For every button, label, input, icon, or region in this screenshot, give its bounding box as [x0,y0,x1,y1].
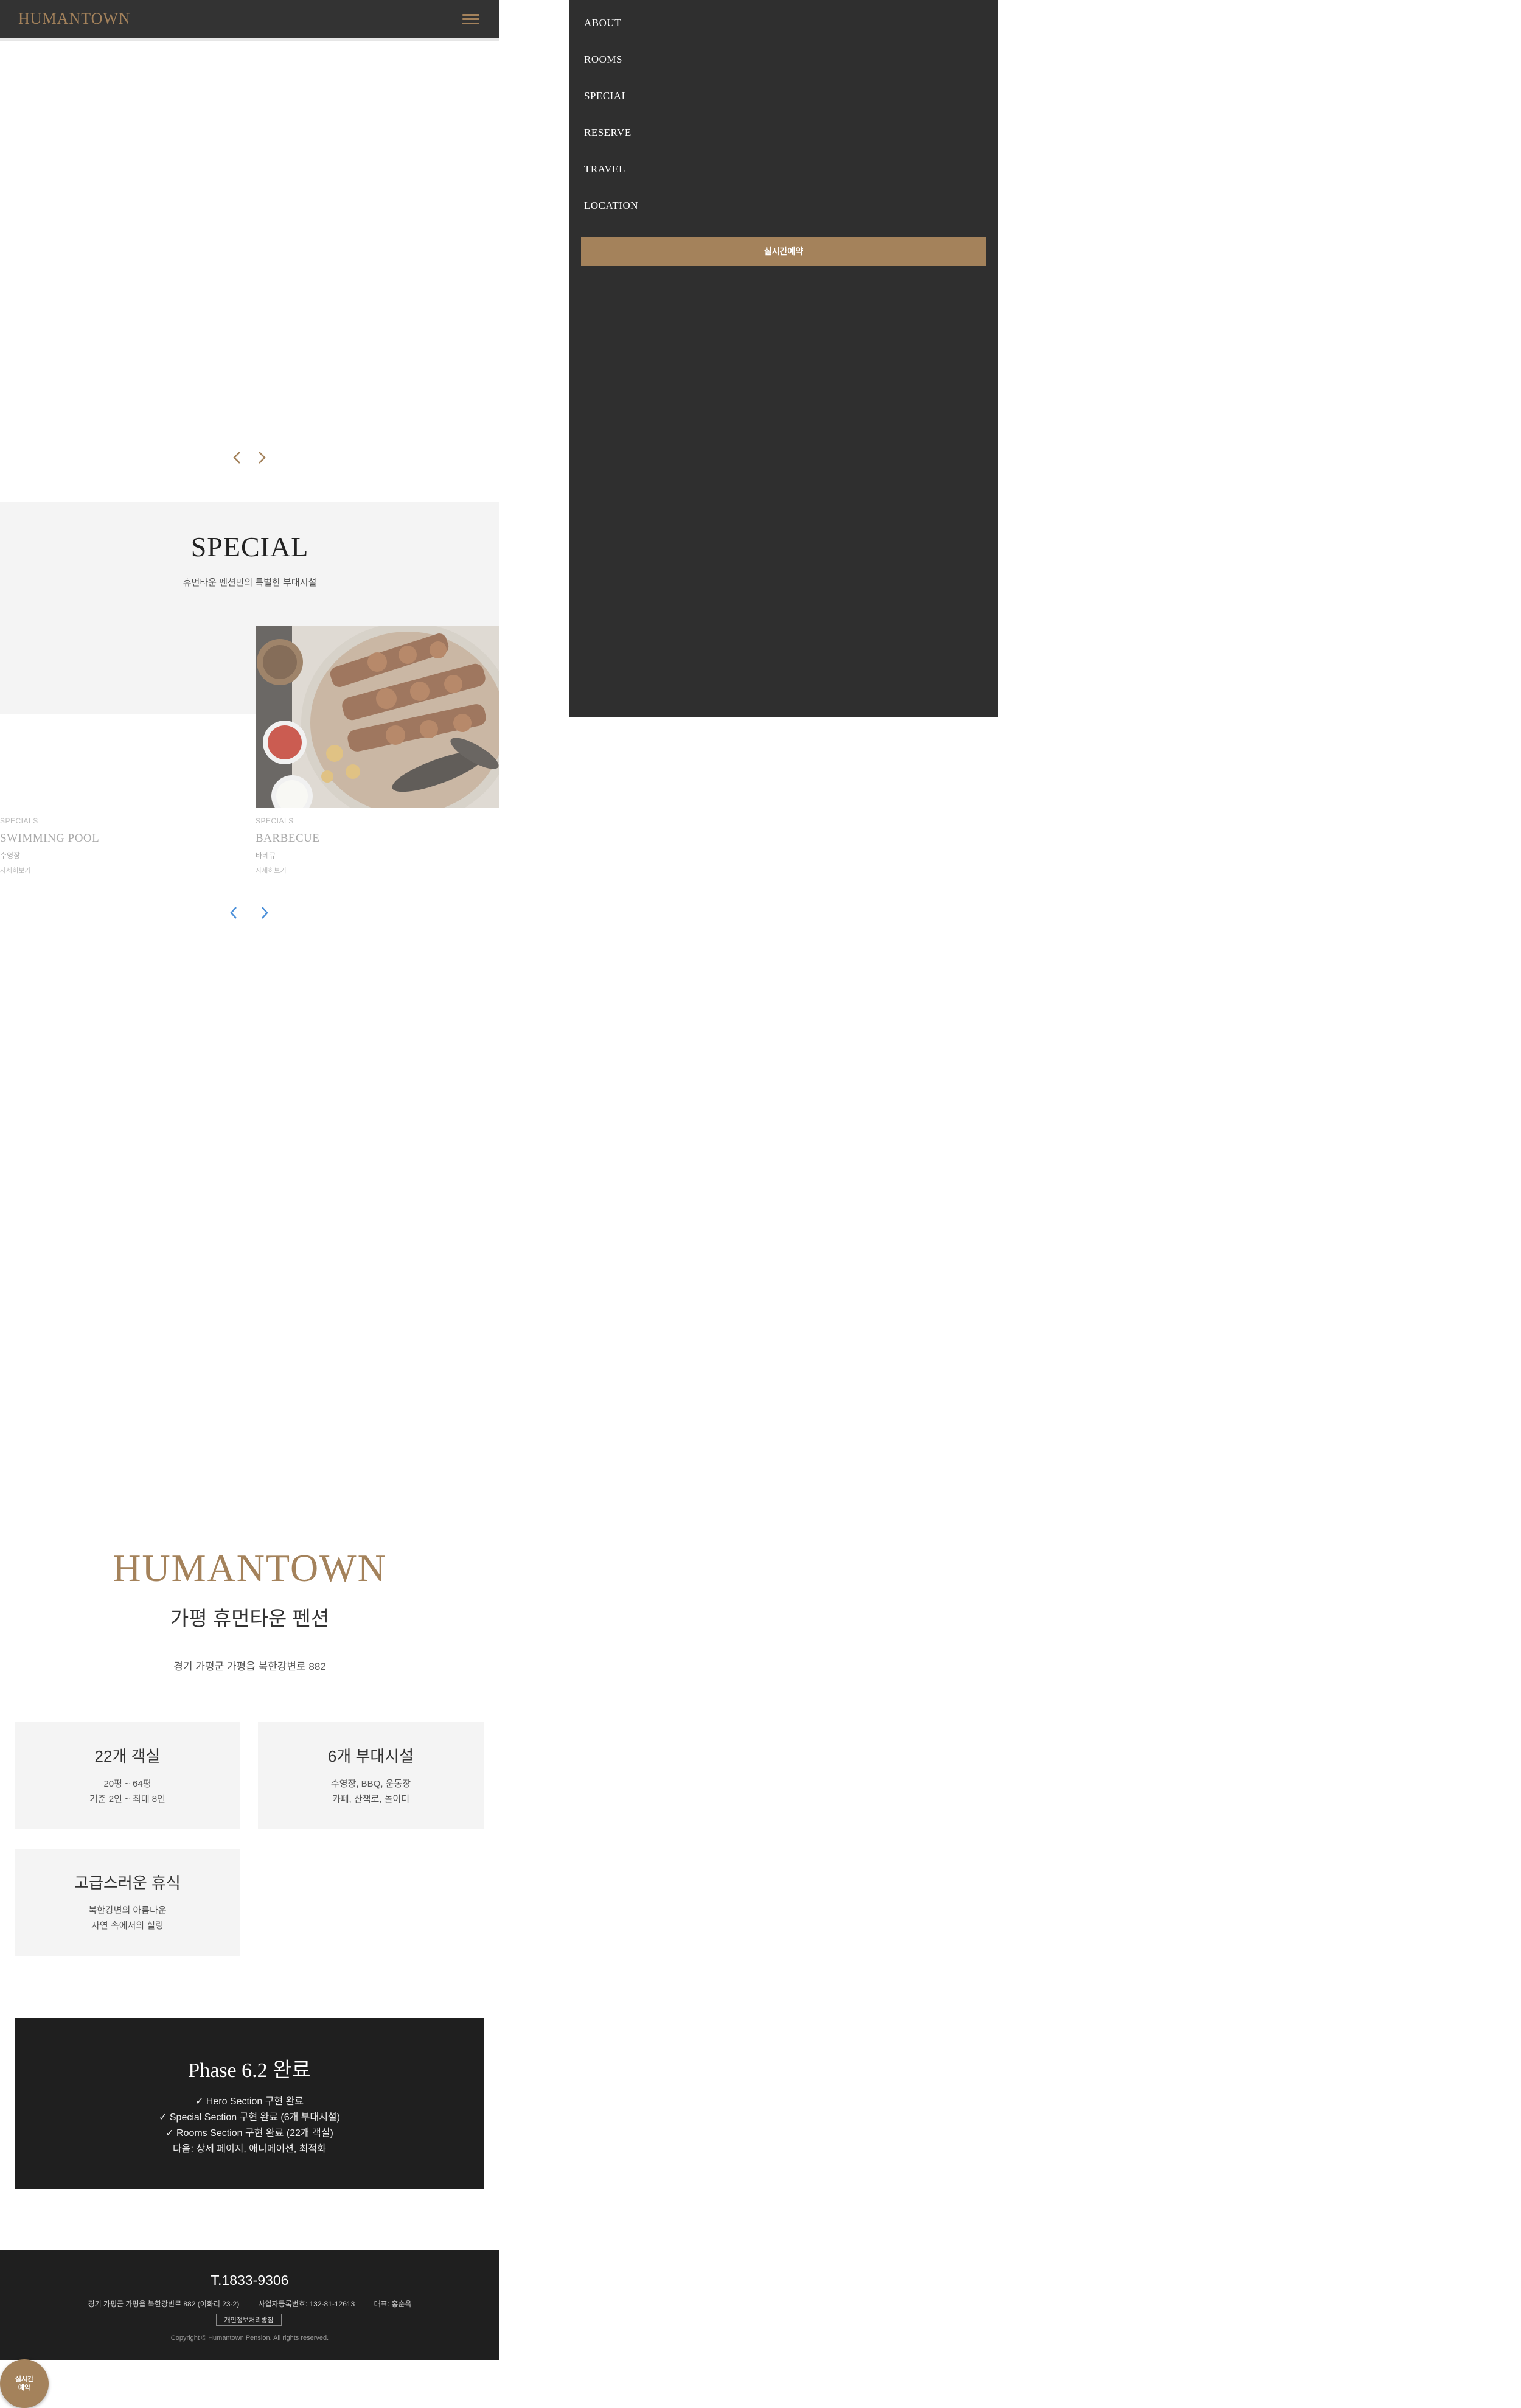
feature-card: 6개 부대시설 수영장, BBQ, 운동장 카페, 산책로, 놀이터 [258,1722,484,1829]
site-logo[interactable]: HUMANTOWN [18,10,131,28]
special-subtitle: 휴먼타운 펜션만의 특별한 부대시설 [183,578,317,588]
menu-item-rooms[interactable]: ROOMS [584,54,622,66]
realtime-reservation-button[interactable]: 실시간예약 [581,237,986,266]
feature-line: 자연 속에서의 힐링 [91,1921,164,1931]
phase-line: ✓ Rooms Section 구현 완료 (22개 객실) [165,2128,333,2138]
footer-business-info: 경기 가평군 가평읍 북한강변로 882 (이화리 23-2) 사업자등록번호:… [0,2298,499,2309]
phase-line: ✓ Hero Section 구현 완료 [195,2096,304,2107]
chevron-left-icon[interactable] [227,904,240,921]
phase-line: ✓ Special Section 구현 완료 (6개 부대시설) [159,2112,340,2123]
feature-line: 북한강변의 아름다운 [88,1905,167,1916]
floating-button-line: 실시간 [15,2376,34,2383]
menu-item-travel[interactable]: TRAVEL [584,163,625,175]
footer-phone[interactable]: T.1833-9306 [0,2272,499,2289]
copyright: Copyright © Humantown Pension. All right… [170,2334,329,2342]
card-description: 바베큐 [256,851,276,860]
card-detail-link[interactable]: 자세히보기 [0,865,31,875]
menu-item-location[interactable]: LOCATION [584,200,638,212]
feature-line: 수영장, BBQ, 운동장 [330,1779,411,1789]
chevron-left-icon[interactable] [230,448,245,467]
menu-item-special[interactable]: SPECIAL [584,90,628,102]
footer-ceo: 대표: 홍순옥 [374,2300,412,2308]
card-detail-link[interactable]: 자세히보기 [256,865,287,875]
barbecue-image[interactable] [256,626,499,808]
privacy-policy-link[interactable]: 개인정보처리방침 [216,2314,282,2326]
card-description: 수영장 [0,851,21,860]
menu-item-about[interactable]: ABOUT [584,17,621,29]
feature-title: 22개 객실 [94,1747,161,1765]
hero-slider [0,41,499,502]
swimming-pool-image[interactable] [0,626,244,808]
hamburger-icon[interactable] [462,12,481,26]
card-category: SPECIALS [0,817,38,825]
info-logo: HUMANTOWN [113,1546,387,1590]
chevron-right-icon[interactable] [258,904,271,921]
info-title: 가평 휴먼타운 펜션 [170,1607,330,1630]
feature-title: 6개 부대시설 [327,1747,414,1765]
phase-line: 다음: 상세 페이지, 애니메이션, 최적화 [173,2144,326,2154]
card-title[interactable]: BARBECUE [256,832,319,845]
feature-line: 기준 2인 ~ 최대 8인 [89,1794,165,1804]
feature-card: 고급스러운 휴식 북한강변의 아름다운 자연 속에서의 힐링 [15,1849,240,1956]
feature-card: 22개 객실 20평 ~ 64평 기준 2인 ~ 최대 8인 [15,1722,240,1829]
feature-line: 20평 ~ 64평 [103,1779,151,1789]
floating-button-line: 예약 [18,2384,31,2392]
footer-address: 경기 가평군 가평읍 북한강변로 882 (이화리 23-2) [88,2300,240,2308]
phase-title: Phase 6.2 완료 [188,2059,311,2082]
card-title[interactable]: SWIMMING POOL [0,832,99,845]
menu-item-reserve[interactable]: RESERVE [584,127,632,139]
special-title: SPECIAL [190,531,309,562]
info-address: 경기 가평군 가평읍 북한강변로 882 [173,1661,326,1672]
phase-status-box: Phase 6.2 완료 ✓ Hero Section 구현 완료 ✓ Spec… [15,2018,484,2189]
site-header: HUMANTOWN [0,0,499,41]
chevron-right-icon[interactable] [254,448,269,467]
side-menu: ABOUT ROOMS SPECIAL RESERVE TRAVEL LOCAT… [569,0,998,717]
footer-business-number: 사업자등록번호: 132-81-12613 [258,2300,355,2308]
site-footer: T.1833-9306 경기 가평군 가평읍 북한강변로 882 (이화리 23… [0,2250,499,2360]
feature-line: 카페, 산책로, 놀이터 [332,1794,410,1804]
floating-reservation-button[interactable]: 실시간 예약 [0,2359,49,2408]
card-category: SPECIALS [256,817,294,825]
feature-title: 고급스러운 휴식 [74,1874,181,1892]
